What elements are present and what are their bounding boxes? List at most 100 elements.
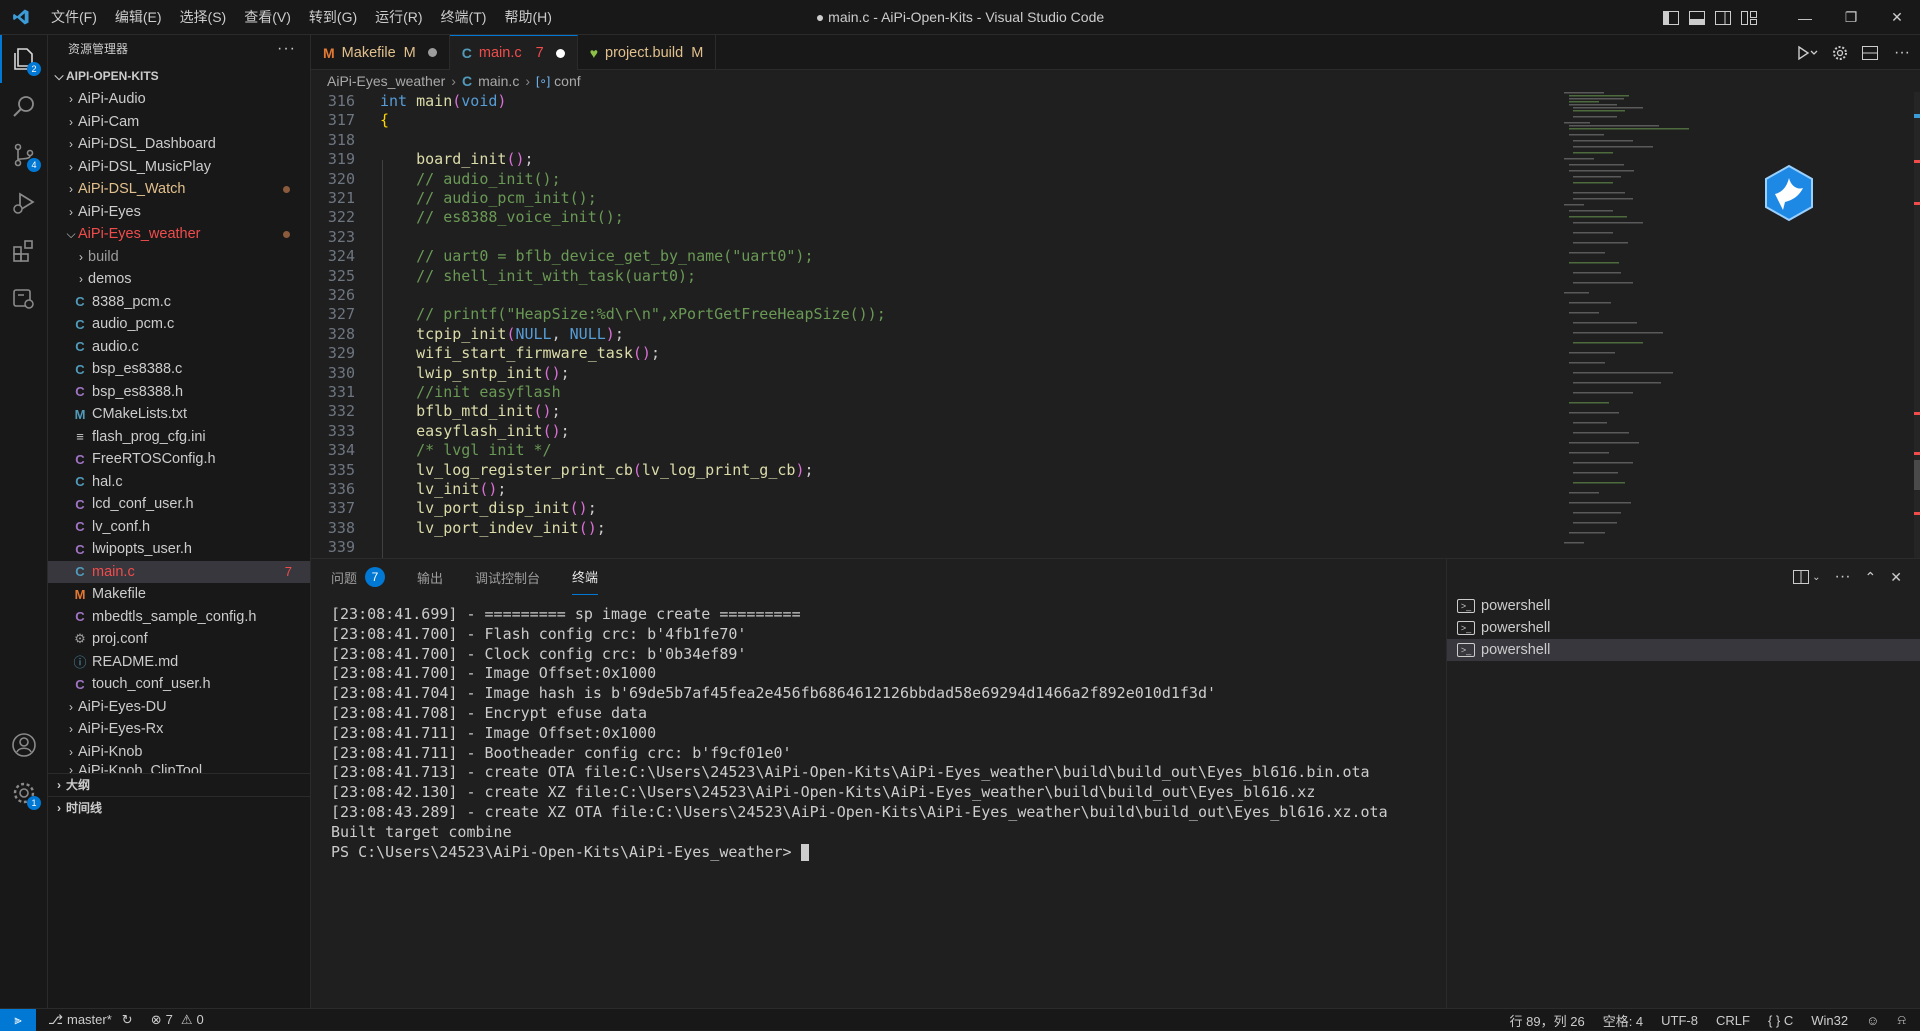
code-line[interactable]: // printf("HeapSize:%d\r\n",xPortGetFree… bbox=[380, 305, 886, 324]
tab-makefile[interactable]: M Makefile M bbox=[311, 35, 450, 70]
code-line[interactable]: // uart0 = bflb_device_get_by_name("uart… bbox=[380, 247, 813, 266]
end-of-line[interactable]: CRLF bbox=[1716, 1013, 1750, 1028]
breadcrumb-file[interactable]: main.c bbox=[478, 73, 519, 89]
encoding[interactable]: UTF-8 bbox=[1661, 1013, 1698, 1028]
terminal-item[interactable]: >_ powershell bbox=[1447, 617, 1920, 639]
tab-terminal[interactable]: 终端 bbox=[572, 559, 599, 595]
source-control-icon[interactable]: 4 bbox=[0, 131, 48, 179]
workspace-root[interactable]: ⌵ AIPI-OPEN-KITS bbox=[48, 65, 310, 88]
tab-output[interactable]: 输出 bbox=[417, 559, 443, 595]
menu-help[interactable]: 帮助(H) bbox=[495, 0, 560, 35]
terminal-item-active[interactable]: >_ powershell bbox=[1447, 639, 1920, 661]
code-line[interactable]: lv_port_indev_init(); bbox=[380, 519, 606, 538]
code-line[interactable]: lwip_sntp_init(); bbox=[380, 364, 570, 383]
notifications-bell-icon[interactable]: ⍾ bbox=[1897, 1012, 1906, 1028]
menu-edit[interactable]: 编辑(E) bbox=[106, 0, 171, 35]
explorer-icon[interactable]: 2 bbox=[0, 35, 48, 83]
tree-item-file[interactable]: ⚙ proj.conf bbox=[48, 628, 310, 651]
code-line[interactable]: // audio_pcm_init(); bbox=[380, 189, 597, 208]
code-line[interactable]: lv_init(); bbox=[380, 480, 506, 499]
tab-problems[interactable]: 问题 7 bbox=[331, 559, 386, 595]
tab-debug-console[interactable]: 调试控制台 bbox=[475, 559, 540, 595]
cursor-position[interactable]: 行 89，列 26 bbox=[1510, 1011, 1585, 1030]
menu-file[interactable]: 文件(F) bbox=[42, 0, 106, 35]
code-line[interactable]: // audio_init(); bbox=[380, 170, 561, 189]
code-line[interactable]: int main(void) bbox=[380, 92, 506, 111]
dirty-dot-icon[interactable] bbox=[427, 48, 437, 57]
minimap[interactable] bbox=[1561, 92, 1920, 558]
minimize-button[interactable]: — bbox=[1782, 0, 1828, 35]
tree-item-folder[interactable]: › AiPi-DSL_MusicPlay bbox=[48, 156, 310, 179]
tree-item-file[interactable]: Caudio.c bbox=[48, 336, 310, 359]
platform[interactable]: Win32 bbox=[1811, 1013, 1848, 1028]
menu-selection[interactable]: 选择(S) bbox=[171, 0, 236, 35]
menu-terminal[interactable]: 终端(T) bbox=[432, 0, 496, 35]
dirty-dot-icon[interactable] bbox=[555, 48, 565, 58]
tree-item-folder[interactable]: › AiPi-Audio bbox=[48, 88, 310, 111]
problems-indicator[interactable]: ⊗ 7 ⚠ 0 bbox=[151, 1012, 204, 1028]
code-editor[interactable]: 316 int main(void) 317 { 318 319 board_ini… bbox=[311, 92, 1561, 558]
customize-layout-icon[interactable] bbox=[1736, 0, 1762, 35]
code-line[interactable]: wifi_start_firmware_task(); bbox=[380, 344, 660, 363]
remote-explorer-icon[interactable] bbox=[0, 275, 48, 323]
tree-item-folder[interactable]: › build bbox=[48, 246, 310, 269]
terminal-item[interactable]: >_ powershell bbox=[1447, 595, 1920, 617]
close-window-button[interactable]: ✕ bbox=[1874, 0, 1920, 35]
tab-main-c[interactable]: C main.c 7 bbox=[449, 35, 578, 70]
tab-project-build[interactable]: ♥ project.build M bbox=[578, 35, 717, 70]
tree-item-file[interactable]: M Makefile bbox=[48, 583, 310, 606]
tree-item-file[interactable]: M CMakeLists.txt bbox=[48, 403, 310, 426]
code-line[interactable]: board_init(); bbox=[380, 150, 533, 169]
tree-item-file[interactable]: Ctouch_conf_user.h bbox=[48, 673, 310, 696]
code-line[interactable]: tcpip_init(NULL, NULL); bbox=[380, 325, 624, 344]
menu-go[interactable]: 转到(G) bbox=[300, 0, 366, 35]
run-debug-icon[interactable] bbox=[0, 179, 48, 227]
tree-item-file[interactable]: C FreeRTOSConfig.h bbox=[48, 448, 310, 471]
code-line[interactable]: lv_port_disp_init(); bbox=[380, 499, 597, 518]
tree-item-folder-open[interactable]: ⌵ AiPi-Eyes_weather bbox=[48, 223, 310, 246]
more-actions-icon[interactable]: ··· bbox=[1894, 44, 1910, 62]
tree-item-file[interactable]: Clcd_conf_user.h bbox=[48, 493, 310, 516]
code-line[interactable]: { bbox=[380, 111, 389, 130]
accounts-icon[interactable] bbox=[0, 721, 48, 769]
code-line[interactable]: lv_log_register_print_cb(lv_log_print_g_… bbox=[380, 461, 813, 480]
toggle-secondary-sidebar-icon[interactable] bbox=[1710, 0, 1736, 35]
remote-indicator-icon[interactable]: ⫸ bbox=[0, 1008, 36, 1031]
tree-item-folder[interactable]: › AiPi-Knob_ClipTool bbox=[48, 763, 310, 773]
extensions-icon[interactable] bbox=[0, 227, 48, 275]
menu-run[interactable]: 运行(R) bbox=[366, 0, 431, 35]
code-line[interactable]: //init easyflash bbox=[380, 383, 561, 402]
tree-item-file[interactable]: Cmbedtls_sample_config.h bbox=[48, 606, 310, 629]
tree-item-folder[interactable]: › AiPi-Knob bbox=[48, 741, 310, 764]
tree-item-file[interactable]: Cbsp_es8388.h bbox=[48, 381, 310, 404]
tree-item-folder[interactable]: › demos bbox=[48, 268, 310, 291]
branch-indicator[interactable]: ⎇ master* ↻ bbox=[48, 1012, 133, 1028]
bird-extension-icon[interactable] bbox=[1763, 164, 1815, 225]
search-icon[interactable] bbox=[0, 83, 48, 131]
split-editor-icon[interactable] bbox=[1862, 45, 1879, 60]
toggle-panel-icon[interactable] bbox=[1684, 0, 1710, 35]
tree-item-file[interactable]: Cbsp_es8388.c bbox=[48, 358, 310, 381]
code-line[interactable]: // es8388_voice_init(); bbox=[380, 208, 624, 227]
menu-view[interactable]: 查看(V) bbox=[235, 0, 300, 35]
tree-item-file[interactable]: Chal.c bbox=[48, 471, 310, 494]
tree-item-file[interactable]: Clwipopts_user.h bbox=[48, 538, 310, 561]
outline-section[interactable]: › 大纲 bbox=[48, 773, 310, 795]
breadcrumb-folder[interactable]: AiPi-Eyes_weather bbox=[327, 73, 445, 89]
tree-item-file[interactable]: ⓘ README.md bbox=[48, 651, 310, 674]
account-feedback-icon[interactable]: ☺ bbox=[1866, 1013, 1879, 1028]
tree-item-file-active[interactable]: Cmain.c 7 bbox=[48, 560, 310, 583]
toggle-sidebar-icon[interactable] bbox=[1658, 0, 1684, 35]
code-line[interactable]: // shell_init_with_task(uart0); bbox=[380, 267, 696, 286]
tree-item-file[interactable]: Caudio_pcm.c bbox=[48, 313, 310, 336]
run-file-icon[interactable] bbox=[1796, 45, 1818, 61]
code-line[interactable]: /* lvgl init */ bbox=[380, 441, 551, 460]
tree-item-file[interactable]: Clv_conf.h bbox=[48, 516, 310, 539]
tree-item-file[interactable]: C 8388_pcm.c bbox=[48, 291, 310, 314]
tree-item-folder[interactable]: › AiPi-DSL_Watch bbox=[48, 178, 310, 201]
indentation[interactable]: 空格: 4 bbox=[1603, 1011, 1643, 1030]
code-line[interactable]: bflb_mtd_init(); bbox=[380, 402, 561, 421]
breadcrumb-symbol[interactable]: conf bbox=[554, 73, 580, 89]
code-line[interactable]: easyflash_init(); bbox=[380, 422, 570, 441]
tree-item-folder[interactable]: › AiPi-Eyes bbox=[48, 201, 310, 224]
